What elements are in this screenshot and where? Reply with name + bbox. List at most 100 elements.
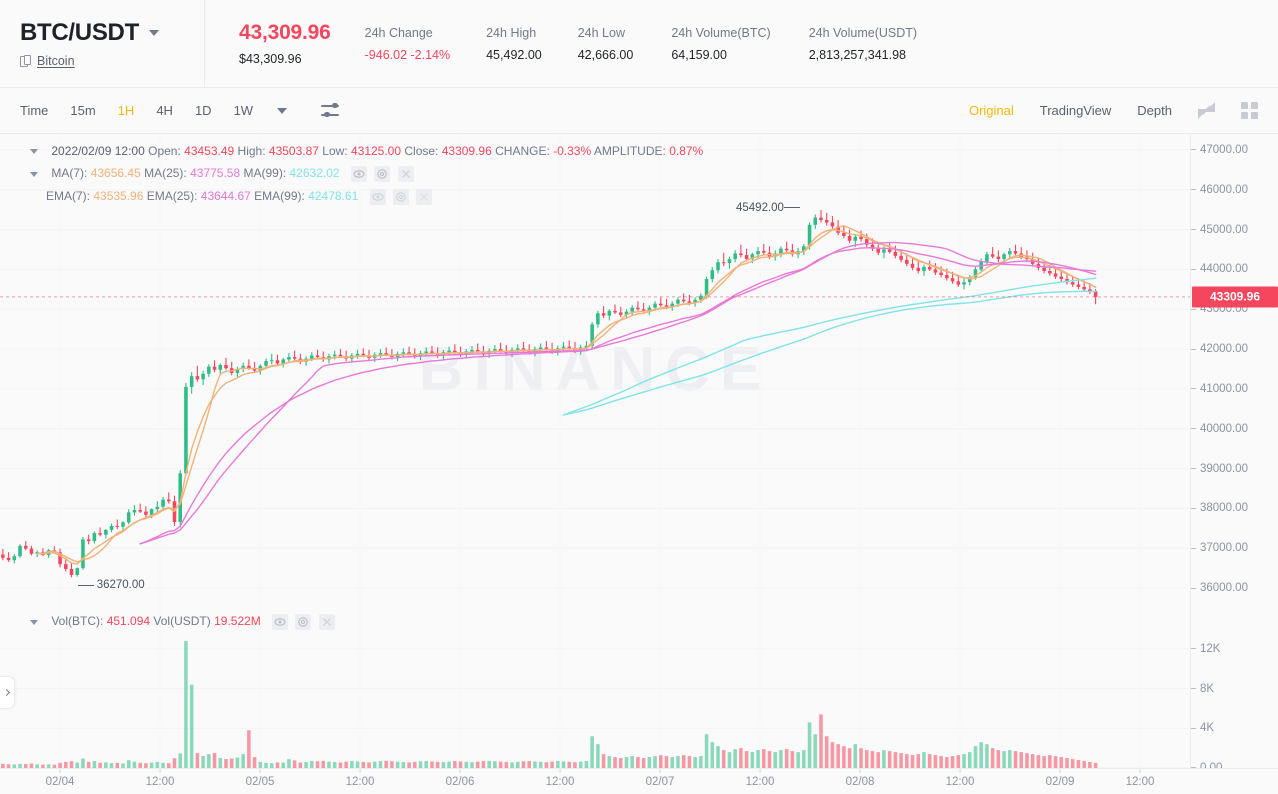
grid-layout-icon[interactable] xyxy=(1241,102,1258,119)
market-stats: 24h Change -946.02 -2.14% 24h High 45,492.0… xyxy=(331,26,917,62)
ema-close-icon[interactable] xyxy=(416,189,433,205)
price-axis-tick: 44000.00 xyxy=(1191,263,1248,275)
price-axis[interactable]: 47000.00 46000.00 45000.00 44000.00 43000.00… xyxy=(1190,134,1278,774)
volume-key: Vol(BTC): xyxy=(51,614,107,629)
ema-legend: EMA(7): 43535.96 EMA(25): 43644.67 EMA(9… xyxy=(46,189,433,205)
ma-eye-icon[interactable] xyxy=(350,166,367,182)
market-stat: 24h High 45,492.00 xyxy=(450,26,542,62)
market-stat-label: 24h Volume(USDT) xyxy=(808,25,918,40)
volume-collapse-caret-down-icon[interactable] xyxy=(30,619,38,625)
price-axis-tick: 46000.00 xyxy=(1191,184,1248,196)
timeframe-4h[interactable]: 4H xyxy=(156,104,173,117)
ema-key: EMA(25): xyxy=(143,189,201,204)
chart-view-tradingview[interactable]: TradingView xyxy=(1040,103,1112,118)
time-axis-tick: 12:00 xyxy=(746,769,774,788)
market-stat: 24h Low 42,666.00 xyxy=(542,26,634,62)
ohlc-value: 0.87% xyxy=(669,144,704,158)
volume-eye-icon[interactable] xyxy=(272,614,289,630)
ema-gear-icon[interactable] xyxy=(392,189,409,205)
asset-name-link[interactable]: Bitcoin xyxy=(37,54,75,68)
market-stat-value: 2,813,257,341.98 xyxy=(808,47,907,62)
fullscreen-expand-icon[interactable] xyxy=(1198,102,1215,119)
chart-view-group: Original TradingView Depth xyxy=(969,102,1278,119)
period-high-value: 45492.00 xyxy=(735,201,784,214)
ohlc-key: High: xyxy=(234,144,269,158)
ma-value: 42632.02 xyxy=(289,166,340,181)
price-axis-tick: 40000.00 xyxy=(1191,423,1248,435)
market-stat-label: 24h High xyxy=(486,25,537,40)
market-header: BTC/USDT Bitcoin 43,309.96 $43,309.96 24… xyxy=(0,0,1278,88)
ohlc-legend: 2022/02/09 12:00 Open: 43453.49 High: 43… xyxy=(30,144,703,158)
volume-axis-tick: 12K xyxy=(1191,643,1220,655)
left-drawer-toggle[interactable] xyxy=(0,676,15,709)
ohlc-value: -0.33% xyxy=(553,144,592,158)
ohlc-value: 43503.87 xyxy=(268,144,319,158)
time-axis-tick: 12:00 xyxy=(146,769,174,788)
ohlc-datetime: 2022/02/09 12:00 xyxy=(51,144,145,158)
period-low-annotation: 36270.00 xyxy=(77,579,145,592)
chart-plot[interactable]: BINANCE xyxy=(0,134,1190,768)
price-axis-tick: 36000.00 xyxy=(1191,582,1248,594)
volume-axis-tick: 8K xyxy=(1191,683,1214,695)
market-stat-value: 42,666.00 xyxy=(577,47,634,62)
ma-value: 43656.45 xyxy=(90,166,141,181)
market-stat-label: 24h Volume(BTC) xyxy=(671,25,771,40)
market-stat: 24h Volume(BTC) 64,159.00 xyxy=(633,26,770,62)
ema-value: 43535.96 xyxy=(93,189,144,204)
ohlc-key: Open: xyxy=(148,144,185,158)
time-axis[interactable]: 02/04 12:00 02/05 12:00 02/06 12:00 02/07 12:00… xyxy=(0,768,1278,794)
ma-gear-icon[interactable] xyxy=(374,166,391,182)
market-stat: 24h Change -946.02 -2.14% xyxy=(331,26,450,62)
chart-view-depth[interactable]: Depth xyxy=(1137,103,1172,118)
volume-gear-icon[interactable] xyxy=(295,614,312,630)
period-low-value: 36270.00 xyxy=(96,579,145,592)
ema-value: 43644.67 xyxy=(200,189,251,204)
ohlc-collapse-caret-down-icon[interactable] xyxy=(30,149,38,155)
last-price: 43,309.96 xyxy=(239,21,331,44)
ohlc-value: 43125.00 xyxy=(350,144,402,158)
ema-key: EMA(7): xyxy=(46,189,94,204)
ema-eye-icon[interactable] xyxy=(369,189,386,205)
price-axis-tick: 38000.00 xyxy=(1191,502,1248,514)
chevron-right-icon xyxy=(2,688,11,697)
price-axis-tick: 37000.00 xyxy=(1191,542,1248,554)
time-axis-tick: 12:00 xyxy=(546,769,574,788)
symbol-dropdown-chevron-down-icon[interactable] xyxy=(148,30,159,36)
timeframe-1d[interactable]: 1D xyxy=(195,104,212,117)
timeframe-1h[interactable]: 1H xyxy=(118,104,135,117)
last-price-usd: $43,309.96 xyxy=(239,52,302,66)
current-price-tag: 43309.96 xyxy=(1192,286,1278,308)
price-axis-tick: 45000.00 xyxy=(1191,224,1248,236)
price-axis-tick: 39000.00 xyxy=(1191,463,1248,475)
time-axis-tick: 02/06 xyxy=(446,769,474,788)
ema-value: 42478.61 xyxy=(308,189,359,204)
volume-axis-tick: 4K xyxy=(1191,722,1214,734)
price-axis-tick: 42000.00 xyxy=(1191,343,1248,355)
volume-value: 19.522M xyxy=(214,614,261,629)
market-stat-value: 45,492.00 xyxy=(486,47,542,62)
symbol-block: BTC/USDT Bitcoin xyxy=(0,0,205,87)
document-copy-icon xyxy=(20,54,32,68)
ohlc-key: CHANGE: xyxy=(491,144,554,158)
volume-legend: Vol(BTC): 451.094 Vol(USDT) 19.522M xyxy=(30,614,335,630)
timeframe-more-chevron-down-icon[interactable] xyxy=(277,107,288,114)
time-axis-tick: 12:00 xyxy=(346,769,374,788)
ma-collapse-caret-down-icon[interactable] xyxy=(30,171,38,177)
ma-close-icon[interactable] xyxy=(397,166,414,182)
time-axis-tick: 02/07 xyxy=(646,769,674,788)
volume-close-icon[interactable] xyxy=(318,614,335,630)
market-stat-value: -946.02 -2.14% xyxy=(364,47,451,62)
timeframe-1w[interactable]: 1W xyxy=(234,104,254,117)
market-stat-value: 64,159.00 xyxy=(671,47,727,62)
chart-view-original[interactable]: Original xyxy=(969,103,1014,118)
ohlc-key: AMPLITUDE: xyxy=(591,144,670,158)
symbol-title: BTC/USDT xyxy=(20,19,139,46)
time-axis-tick: 02/08 xyxy=(846,769,874,788)
time-axis-tick: 02/05 xyxy=(246,769,274,788)
price-axis-tick: 47000.00 xyxy=(1191,144,1248,156)
time-label[interactable]: Time xyxy=(20,104,48,117)
time-axis-tick: 02/09 xyxy=(1046,769,1074,788)
time-axis-tick: 02/04 xyxy=(46,769,74,788)
timeframe-15m[interactable]: 15m xyxy=(70,104,95,117)
chart-settings-sliders-icon[interactable] xyxy=(321,102,340,118)
